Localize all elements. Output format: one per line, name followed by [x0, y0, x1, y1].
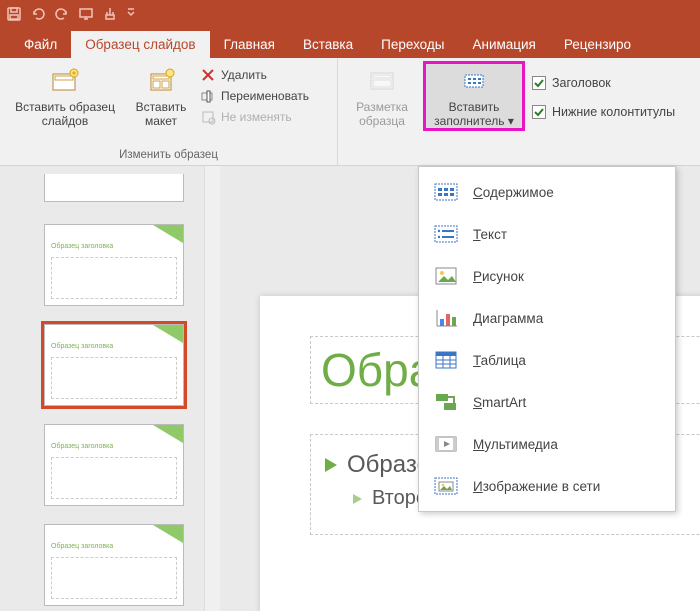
table-icon	[433, 349, 459, 371]
dropdown-content[interactable]: Содержимое	[419, 171, 675, 213]
insert-placeholder-button[interactable]: Вставить заполнитель ▾	[424, 62, 524, 130]
quick-access-toolbar	[6, 6, 136, 22]
insert-slide-master-button[interactable]: Вставить образец слайдов	[6, 62, 124, 130]
save-icon[interactable]	[6, 6, 22, 22]
customize-qat-icon[interactable]	[126, 6, 136, 22]
picture-icon	[433, 265, 459, 287]
delete-icon	[200, 67, 216, 83]
slide-thumb[interactable]	[44, 174, 184, 202]
insert-layout-label: Вставить макет	[130, 100, 192, 128]
preserve-button: Не изменять	[198, 108, 311, 126]
ribbon-tabs: Файл Образец слайдов Главная Вставка Пер…	[0, 28, 700, 58]
rename-icon	[200, 88, 216, 104]
slide-thumb-selected[interactable]: Образец заголовка	[44, 324, 184, 406]
footers-checkbox[interactable]: Нижние колонтитулы	[528, 99, 679, 125]
dropdown-table[interactable]: Таблица	[419, 339, 675, 381]
placeholder-dropdown: Содержимое Текст Рисунок Диаграмма Табли…	[418, 166, 676, 512]
title-bar	[0, 0, 700, 28]
smartart-icon	[433, 391, 459, 413]
tab-animations[interactable]: Анимация	[458, 31, 549, 58]
touch-mode-icon[interactable]	[102, 6, 118, 22]
preserve-icon	[200, 109, 216, 125]
slide-thumb[interactable]: Образец заголовка	[44, 524, 184, 606]
dropdown-chart[interactable]: Диаграмма	[419, 297, 675, 339]
media-icon	[433, 433, 459, 455]
insert-master-label: Вставить образец слайдов	[8, 100, 122, 128]
text-icon	[433, 223, 459, 245]
insert-placeholder-icon	[458, 66, 490, 98]
group-edit-master-label: Изменить образец	[6, 149, 331, 163]
chart-icon	[433, 307, 459, 329]
dropdown-picture[interactable]: Рисунок	[419, 255, 675, 297]
online-picture-icon	[433, 475, 459, 497]
thumbnail-scrollbar[interactable]	[204, 166, 220, 611]
dropdown-smartart[interactable]: SmartArt	[419, 381, 675, 423]
redo-icon[interactable]	[54, 6, 70, 22]
checkbox-checked-icon	[532, 105, 546, 119]
insert-layout-icon	[145, 66, 177, 98]
dropdown-media[interactable]: Мультимедиа	[419, 423, 675, 465]
start-slideshow-icon[interactable]	[78, 6, 94, 22]
tab-home[interactable]: Главная	[210, 31, 289, 58]
tab-slide-master[interactable]: Образец слайдов	[71, 31, 209, 58]
content-icon	[433, 181, 459, 203]
master-layout-button: Разметка образца	[344, 62, 420, 130]
chevron-down-icon: ▾	[508, 114, 514, 128]
tab-file[interactable]: Файл	[10, 31, 71, 58]
title-checkbox[interactable]: Заголовок	[528, 70, 679, 96]
thumbnail-pane[interactable]: Образец заголовка Образец заголовка Обра…	[0, 166, 220, 611]
insert-layout-button[interactable]: Вставить макет	[128, 62, 194, 130]
tab-insert[interactable]: Вставка	[289, 31, 367, 58]
dropdown-text[interactable]: Текст	[419, 213, 675, 255]
slide-thumb[interactable]: Образец заголовка	[44, 424, 184, 506]
dropdown-online-picture[interactable]: Изображение в сети	[419, 465, 675, 507]
rename-button[interactable]: Переименовать	[198, 87, 311, 105]
delete-button[interactable]: Удалить	[198, 66, 311, 84]
slide-thumb[interactable]: Образец заголовка	[44, 224, 184, 306]
insert-master-icon	[49, 66, 81, 98]
checkbox-checked-icon	[532, 76, 546, 90]
ribbon: Вставить образец слайдов Вставить макет …	[0, 58, 700, 166]
master-layout-icon	[366, 66, 398, 98]
tab-review[interactable]: Рецензиро	[550, 31, 645, 58]
undo-icon[interactable]	[30, 6, 46, 22]
tab-transitions[interactable]: Переходы	[367, 31, 458, 58]
